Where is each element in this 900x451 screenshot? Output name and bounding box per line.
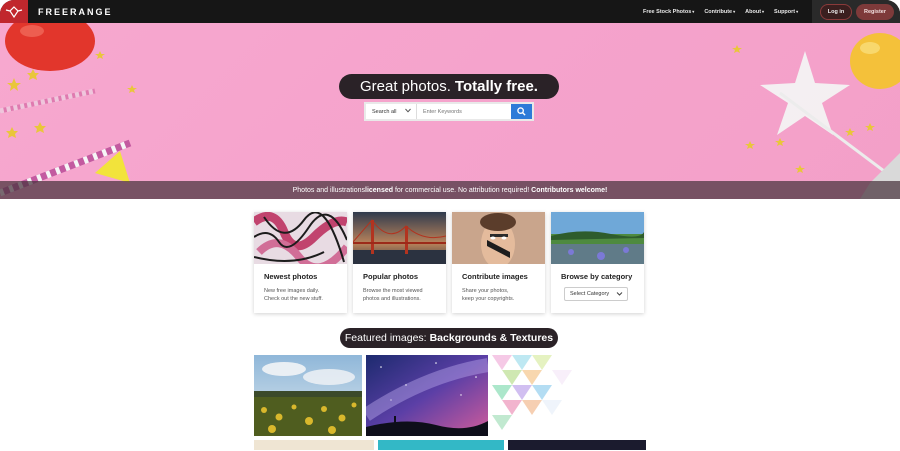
- card-title: Browse by category: [561, 272, 633, 281]
- search-scope-value: Search all: [372, 108, 397, 115]
- featured-label: Featured images:: [344, 332, 427, 344]
- featured-image[interactable]: [378, 440, 504, 450]
- card-desc-line: New free images daily.: [264, 288, 320, 294]
- card-description: Browse the most viewed photos and illust…: [363, 287, 438, 303]
- tagline-part: for commercial use. No attribution requi…: [393, 186, 532, 194]
- search-scope-select[interactable]: Search all: [366, 104, 417, 119]
- caret-down-icon: ▾: [733, 8, 736, 14]
- nav-item-label: Contribute: [704, 8, 733, 15]
- card-title: Popular photos: [363, 272, 418, 281]
- nav-item-label: Free Stock Photos: [643, 8, 692, 15]
- tagline-part: Photos and illustrations: [292, 186, 365, 194]
- page: FREERANGE Free Stock Photos▾ Contribute▾…: [0, 0, 900, 451]
- nav-item-free-stock-photos[interactable]: Free Stock Photos▾: [643, 9, 694, 15]
- caret-down-icon: ▾: [796, 8, 799, 14]
- feature-cards: Newest photos New free images daily. Che…: [254, 212, 646, 313]
- card-title: Newest photos: [264, 272, 318, 281]
- card-desc-line: Browse the most viewed: [363, 288, 423, 294]
- featured-image[interactable]: [508, 440, 646, 450]
- card-image: [254, 212, 347, 264]
- search-icon: [517, 107, 526, 116]
- card-desc-line: Check out the new stuff.: [264, 296, 323, 302]
- card-image: [353, 212, 446, 264]
- card-desc-line: keep your copyrights.: [462, 296, 515, 302]
- hero-banner: Great photos.Totally free. Search all Ph…: [0, 23, 900, 199]
- featured-category[interactable]: Backgrounds & Textures: [430, 332, 554, 344]
- featured-image[interactable]: [254, 355, 362, 436]
- login-button[interactable]: Log in: [820, 4, 852, 20]
- category-select[interactable]: Select Category: [564, 287, 628, 301]
- card-browse-by-category: Browse by category Select Category: [551, 212, 644, 313]
- nav-menu: Free Stock Photos▾ Contribute▾ About▾ Su…: [643, 0, 798, 23]
- tagline-part: Contributors welcome!: [531, 187, 607, 194]
- card-contribute-images[interactable]: Contribute images Share your photos, kee…: [452, 212, 545, 313]
- search-input[interactable]: [417, 104, 511, 119]
- register-button[interactable]: Register: [856, 4, 894, 20]
- logo-icon: [5, 5, 23, 18]
- tagline-bold[interactable]: Contributors welcome!: [531, 187, 607, 194]
- card-title: Contribute images: [462, 272, 528, 281]
- featured-image[interactable]: [492, 355, 646, 436]
- nav-item-label: Support: [774, 8, 796, 15]
- logo[interactable]: [0, 0, 28, 23]
- category-select-value: Select Category: [570, 291, 610, 297]
- card-image: [551, 212, 644, 264]
- chevron-down-icon: [405, 108, 411, 115]
- license-tagline: Photos and illustrations licensed for co…: [0, 181, 900, 199]
- hero-title-bold: Totally free.: [454, 78, 538, 95]
- nav-item-contribute[interactable]: Contribute▾: [704, 9, 735, 15]
- search-button[interactable]: [511, 104, 532, 119]
- top-nav: FREERANGE Free Stock Photos▾ Contribute▾…: [0, 0, 900, 23]
- hero-title-regular: Great photos.: [360, 78, 451, 95]
- card-description: New free images daily. Check out the new…: [264, 287, 339, 303]
- card-desc-line: photos and illustrations.: [363, 296, 421, 302]
- tagline-part: licensed: [365, 187, 393, 194]
- caret-down-icon: ▾: [692, 8, 695, 14]
- caret-down-icon: ▾: [762, 8, 765, 14]
- nav-item-about[interactable]: About▾: [745, 9, 764, 15]
- featured-image[interactable]: [366, 355, 488, 436]
- search-bar: Search all: [364, 102, 534, 121]
- featured-heading: Featured images: Backgrounds & Textures: [340, 328, 558, 348]
- card-newest-photos[interactable]: Newest photos New free images daily. Che…: [254, 212, 347, 313]
- card-image: [452, 212, 545, 264]
- featured-image[interactable]: [254, 440, 374, 450]
- brand-name[interactable]: FREERANGE: [38, 7, 113, 17]
- nav-item-label: About: [745, 8, 762, 15]
- card-popular-photos[interactable]: Popular photos Browse the most viewed ph…: [353, 212, 446, 313]
- nav-item-support[interactable]: Support▾: [774, 9, 798, 15]
- tagline-bold[interactable]: licensed: [365, 187, 393, 194]
- card-description: Share your photos, keep your copyrights.: [462, 287, 537, 303]
- hero-title: Great photos. Totally free.: [339, 74, 559, 99]
- chevron-down-icon: [616, 290, 623, 299]
- card-desc-line: Share your photos,: [462, 288, 509, 294]
